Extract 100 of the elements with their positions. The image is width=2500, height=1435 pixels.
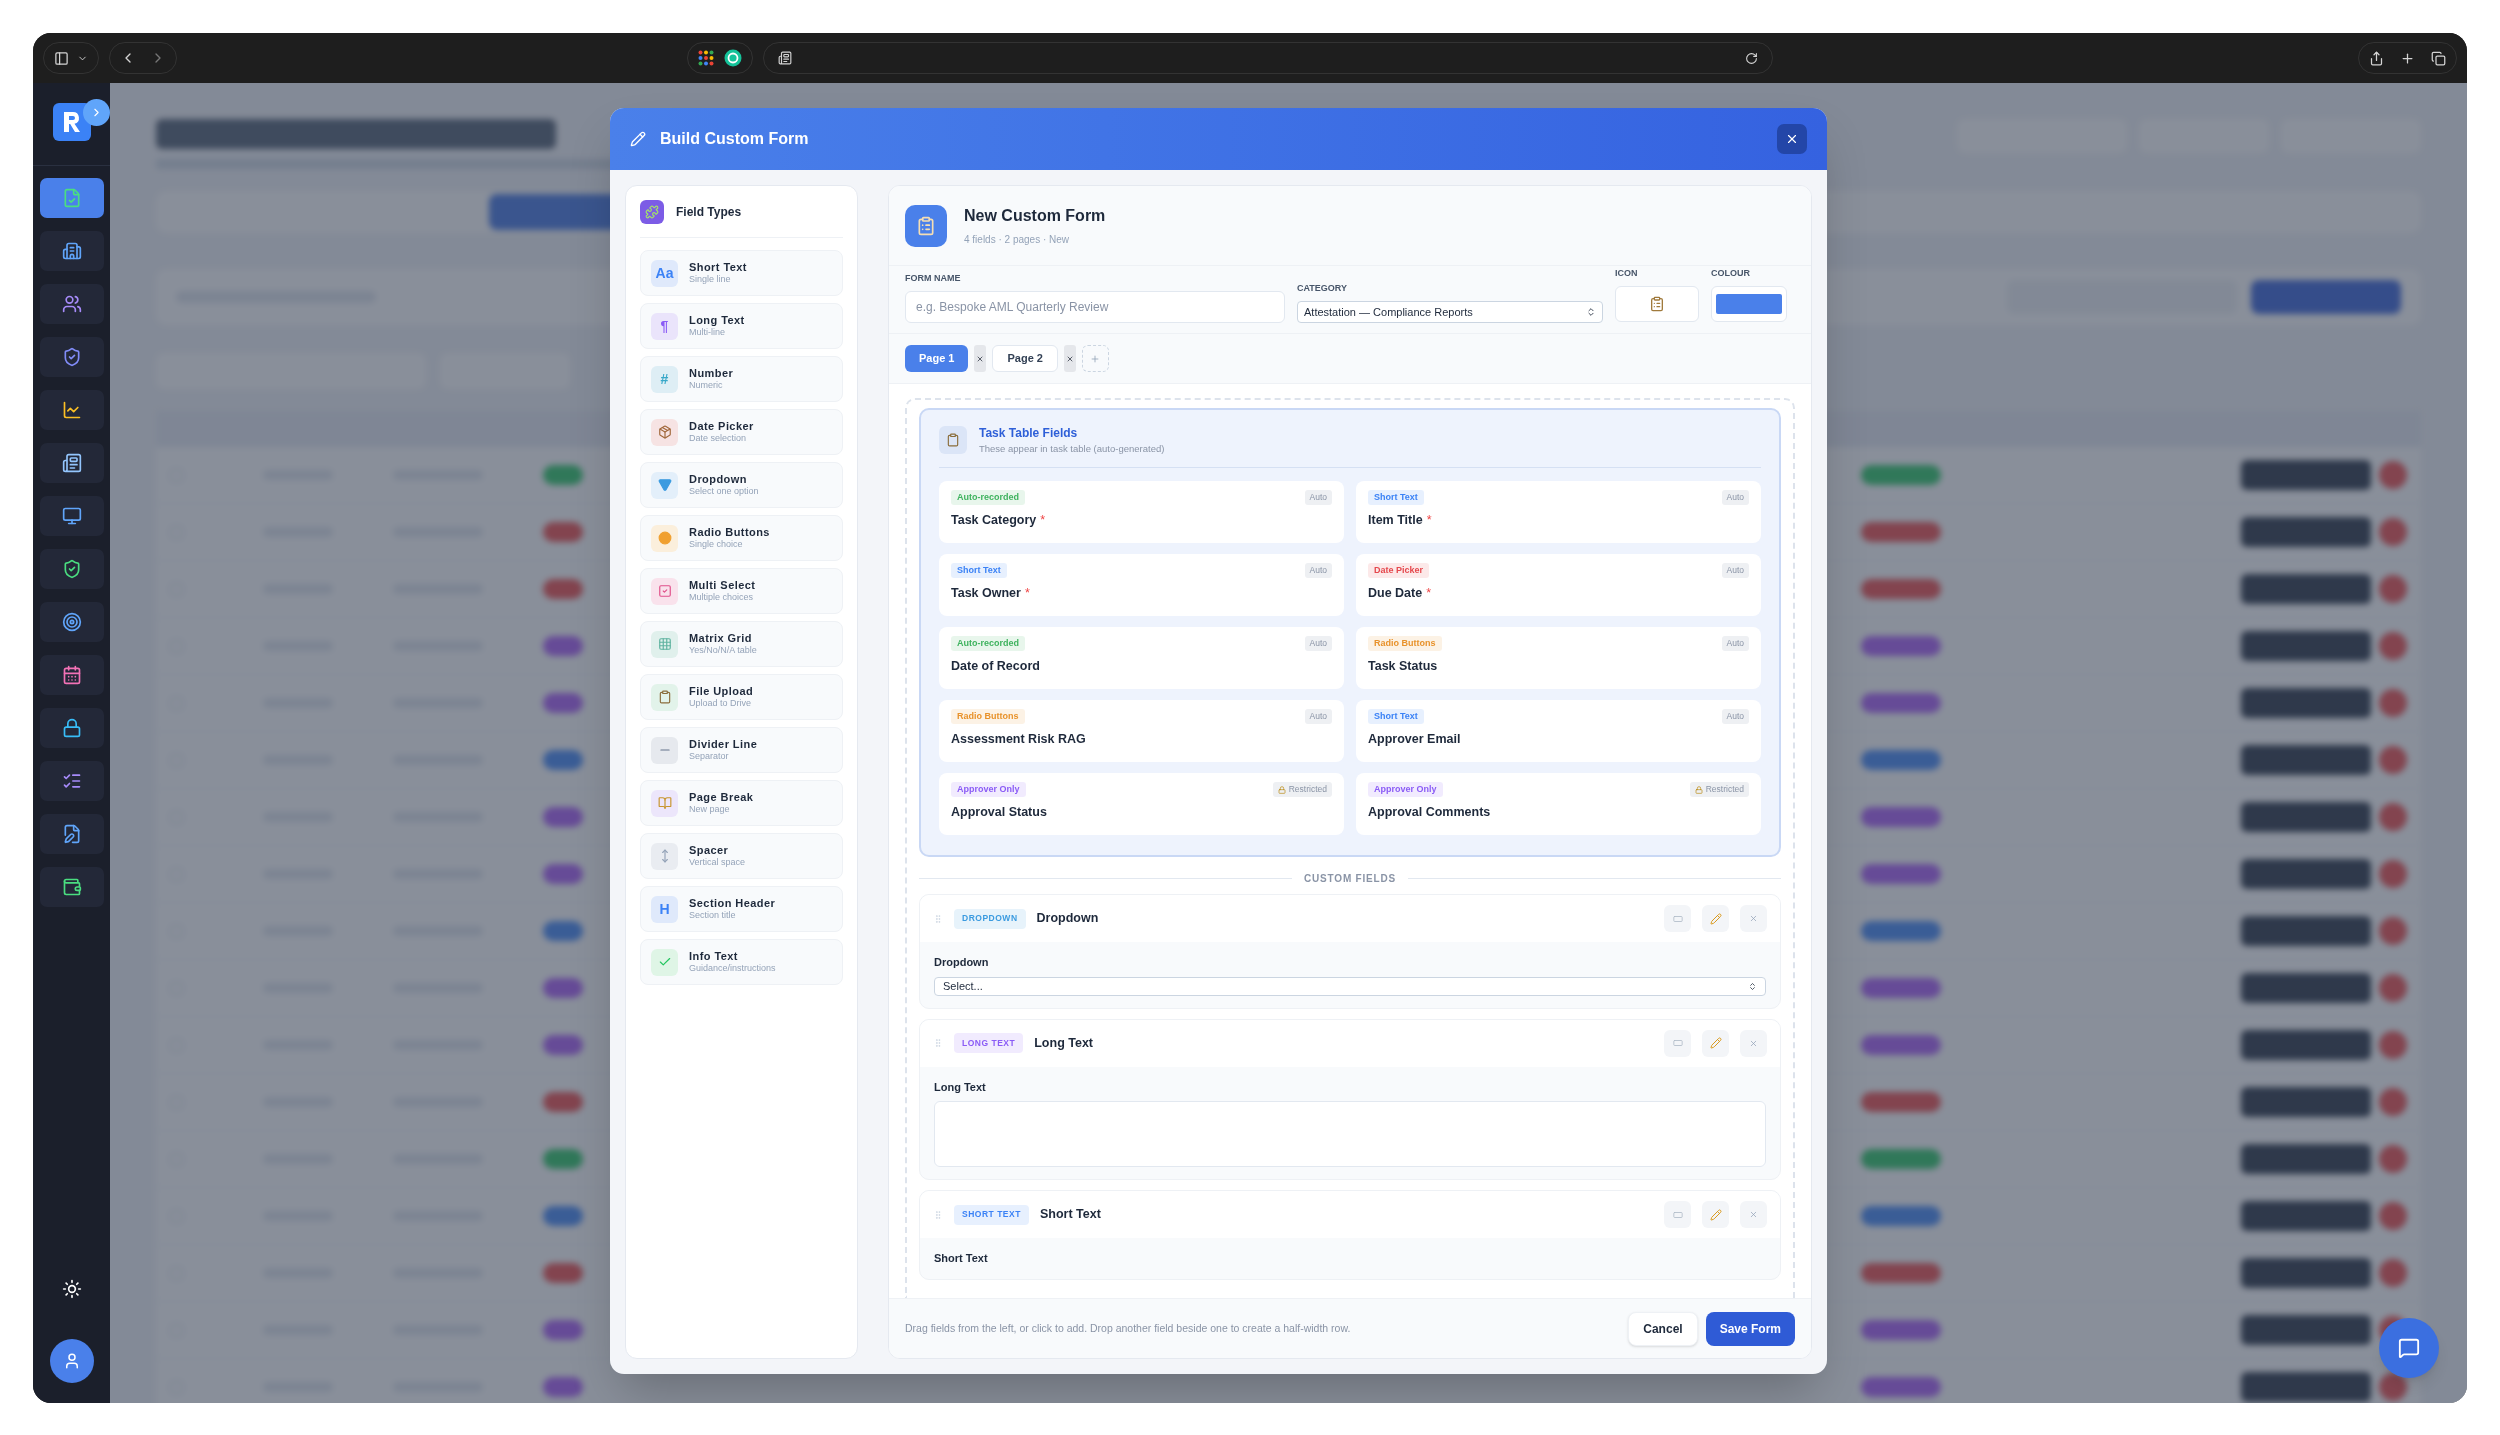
- field-kind-tag: DROPDOWN: [954, 908, 1026, 929]
- theme-toggle-icon[interactable]: [61, 1279, 82, 1299]
- field-type-label: Info Text: [689, 949, 739, 964]
- task-field-card[interactable]: Radio Buttons Auto Assessment Risk RAG: [939, 700, 1344, 763]
- task-field-name: Task Status: [1368, 658, 1438, 676]
- custom-field-card[interactable]: LONG TEXT Long Text Long Text: [919, 1018, 1781, 1181]
- field-type-item[interactable]: Matrix Grid Yes/No/N/A table: [640, 621, 843, 667]
- glyph-icon: Aa: [655, 266, 674, 280]
- remove-page-button[interactable]: [1063, 345, 1076, 372]
- close-button[interactable]: [1777, 124, 1807, 154]
- drag-handle-icon[interactable]: [933, 1037, 943, 1050]
- sidebar-item[interactable]: [39, 655, 104, 695]
- required-mark: *: [1040, 512, 1046, 530]
- field-type-hint: Date selection: [689, 433, 748, 445]
- task-field-name: Task Category: [951, 512, 1037, 530]
- close-icon: [1785, 132, 1799, 146]
- field-type-item[interactable]: File Upload Upload to Drive: [640, 674, 843, 720]
- field-type-tag: Auto-recorded: [951, 490, 1025, 506]
- task-field-card[interactable]: Approver Only Restricted Approval Status: [939, 773, 1344, 836]
- custom-field-title: Dropdown: [1036, 910, 1099, 928]
- sidebar-item[interactable]: [39, 231, 104, 271]
- field-type-hint: Single choice: [689, 539, 744, 551]
- expand-sidebar-button[interactable]: [83, 99, 110, 126]
- field-type-item[interactable]: H Section Header Section title: [640, 886, 843, 932]
- custom-field-title: Short Text: [1039, 1206, 1101, 1224]
- field-type-item[interactable]: Radio Buttons Single choice: [640, 515, 843, 561]
- page-tab[interactable]: Page 1: [905, 345, 969, 372]
- colour-picker[interactable]: [1711, 286, 1787, 322]
- auto-label: Auto: [1309, 491, 1327, 505]
- task-field-card[interactable]: Radio Buttons Auto Task Status: [1356, 627, 1761, 690]
- custom-field-card[interactable]: DROPDOWN Dropdown Dropdown Select...: [919, 894, 1781, 1009]
- task-field-card[interactable]: Auto-recorded Auto Task Category *: [939, 481, 1344, 544]
- field-type-item[interactable]: Multi Select Multiple choices: [640, 568, 843, 614]
- chart-icon: [61, 400, 82, 420]
- sidebar-item[interactable]: [39, 178, 104, 218]
- category-select[interactable]: Attestation — Compliance Reports: [1297, 301, 1603, 323]
- dropdown-select[interactable]: Select...: [934, 976, 1766, 996]
- auto-label: Auto: [1726, 710, 1744, 724]
- sidebar-item[interactable]: [39, 814, 104, 854]
- task-field-card[interactable]: Auto-recorded Auto Date of Record: [939, 627, 1344, 690]
- rectangle-icon: [1672, 1209, 1683, 1220]
- field-type-item[interactable]: Page Break New page: [640, 780, 843, 826]
- task-field-name: Assessment Risk RAG: [951, 731, 1086, 749]
- remove-page-button[interactable]: [974, 345, 987, 372]
- field-type-item[interactable]: Spacer Vertical space: [640, 833, 843, 879]
- form-name-field[interactable]: e.g. Bespoke AML Quarterly Review: [905, 291, 1285, 323]
- extension-icon[interactable]: [724, 49, 742, 67]
- user-avatar[interactable]: [49, 1339, 94, 1383]
- required-mark: *: [1024, 585, 1030, 603]
- field-type-hint: Guidance/instructions: [689, 963, 776, 975]
- apps-grid-icon[interactable]: [698, 50, 714, 66]
- field-type-item[interactable]: Dropdown Select one option: [640, 462, 843, 508]
- sidebar-item[interactable]: [39, 708, 104, 748]
- drag-handle-icon[interactable]: [933, 1208, 943, 1221]
- cancel-button[interactable]: Cancel: [1628, 1311, 1698, 1346]
- sidebar-item[interactable]: [39, 761, 104, 801]
- sidebar-item[interactable]: [39, 390, 104, 430]
- sidebar-item[interactable]: [39, 443, 104, 483]
- task-field-card[interactable]: Approver Only Restricted Approval Comments: [1356, 773, 1761, 836]
- tabs-overview-icon[interactable]: [2431, 50, 2446, 66]
- reload-icon[interactable]: [1745, 51, 1758, 65]
- clipboard-icon: [939, 426, 967, 455]
- task-field-card[interactable]: Short Text Auto Task Owner *: [939, 554, 1344, 617]
- share-icon[interactable]: [2369, 50, 2384, 66]
- custom-field-card[interactable]: SHORT TEXT Short Text Short Text: [919, 1190, 1781, 1280]
- field-type-hint: Numeric: [689, 380, 724, 392]
- sidebar-item[interactable]: [39, 602, 104, 642]
- save-button[interactable]: Save Form: [1705, 1311, 1795, 1346]
- sidebar-item[interactable]: [39, 337, 104, 377]
- auto-label: Auto: [1309, 637, 1327, 651]
- pencil-icon: [1709, 1037, 1722, 1050]
- sidebar-item[interactable]: [39, 496, 104, 536]
- task-field-card[interactable]: Short Text Auto Approver Email: [1356, 700, 1761, 763]
- task-field-card[interactable]: Short Text Auto Item Title *: [1356, 481, 1761, 544]
- page-tab[interactable]: Page 2: [992, 345, 1058, 372]
- field-type-hint: Multiple choices: [689, 592, 755, 604]
- task-table-title: Task Table Fields: [979, 425, 1079, 442]
- field-type-item[interactable]: Divider Line Separator: [640, 727, 843, 773]
- lock-icon: [1277, 785, 1286, 794]
- task-field-name: Approval Status: [951, 804, 1047, 822]
- field-type-item[interactable]: # Number Numeric: [640, 356, 843, 402]
- package-icon: [657, 425, 672, 439]
- icon-picker[interactable]: [1615, 286, 1699, 322]
- field-type-label: Dropdown: [689, 472, 748, 487]
- sidebar-item[interactable]: [39, 284, 104, 324]
- field-type-item[interactable]: Info Text Guidance/instructions: [640, 939, 843, 985]
- task-field-card[interactable]: Date Picker Auto Due Date *: [1356, 554, 1761, 617]
- long-text-field[interactable]: [934, 1101, 1766, 1168]
- field-type-item[interactable]: Date Picker Date selection: [640, 409, 843, 455]
- auto-label: Auto: [1726, 491, 1744, 505]
- new-tab-icon[interactable]: [2400, 50, 2415, 66]
- auto-label: Auto: [1309, 564, 1327, 578]
- drag-handle-icon[interactable]: [933, 912, 943, 925]
- field-type-label: Divider Line: [689, 737, 758, 752]
- sidebar-item[interactable]: [39, 549, 104, 589]
- field-type-item[interactable]: ¶ Long Text Multi-line: [640, 303, 843, 349]
- app-logo: [52, 103, 91, 141]
- field-type-item[interactable]: Aa Short Text Single line: [640, 250, 843, 296]
- sidebar-item[interactable]: [39, 867, 104, 907]
- reader-icon[interactable]: [778, 51, 792, 65]
